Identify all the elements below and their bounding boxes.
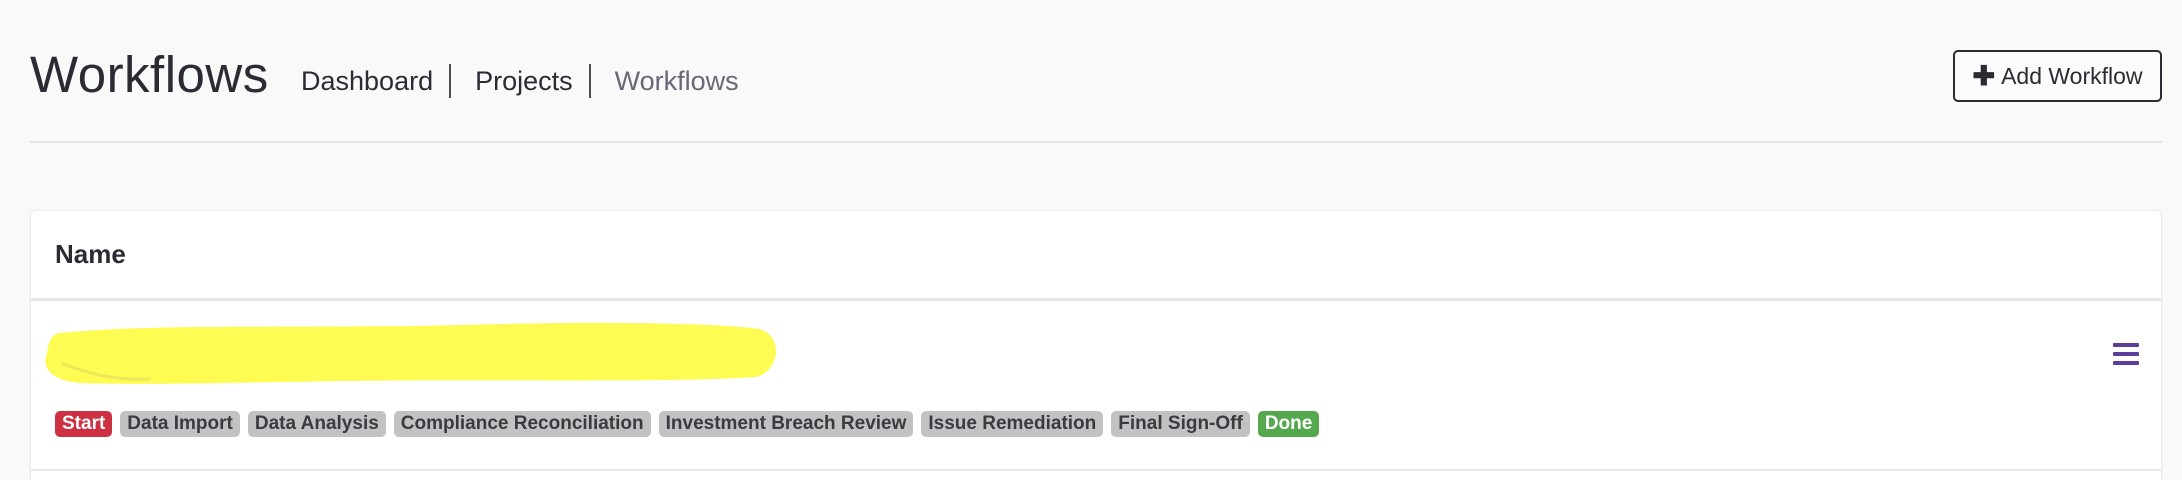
breadcrumb: Dashboard Projects Workflows: [301, 62, 739, 100]
add-workflow-button[interactable]: ✚ Add Workflow: [1953, 50, 2162, 102]
hamburger-menu-icon[interactable]: [2113, 343, 2139, 365]
page-header: Workflows Dashboard Projects Workflows ✚…: [30, 0, 2162, 143]
stage-badge-data-analysis: Data Analysis: [247, 411, 386, 437]
stage-badge-investment-breach-review: Investment Breach Review: [658, 411, 914, 437]
column-header-name[interactable]: Name: [55, 239, 126, 270]
breadcrumb-separator: [449, 64, 452, 98]
breadcrumb-workflows: Workflows: [614, 66, 739, 96]
workflow-stages: Start Data Import Data Analysis Complian…: [55, 411, 1320, 437]
stage-badge-final-sign-off: Final Sign-Off: [1111, 411, 1250, 437]
workflow-name[interactable]: [45, 322, 777, 384]
stage-badge-done: Done: [1257, 411, 1320, 437]
breadcrumb-separator: [588, 64, 591, 98]
add-workflow-label: Add Workflow: [2001, 62, 2143, 89]
breadcrumb-projects[interactable]: Projects: [475, 62, 573, 100]
stage-badge-start: Start: [55, 411, 113, 437]
page-title: Workflows: [30, 46, 269, 103]
table-row[interactable]: Start Data Import Data Analysis Complian…: [31, 301, 2161, 471]
stage-badge-data-import: Data Import: [120, 411, 240, 437]
table-header: Name: [31, 211, 2161, 301]
workflows-table: Name Start Data Import Data Analysis Com…: [30, 210, 2162, 480]
stage-badge-issue-remediation: Issue Remediation: [921, 411, 1104, 437]
redaction-highlight: [45, 322, 777, 384]
breadcrumb-dashboard[interactable]: Dashboard: [301, 62, 433, 100]
stage-badge-compliance-reconciliation: Compliance Reconciliation: [393, 411, 651, 437]
plus-icon: ✚: [1972, 60, 1996, 91]
